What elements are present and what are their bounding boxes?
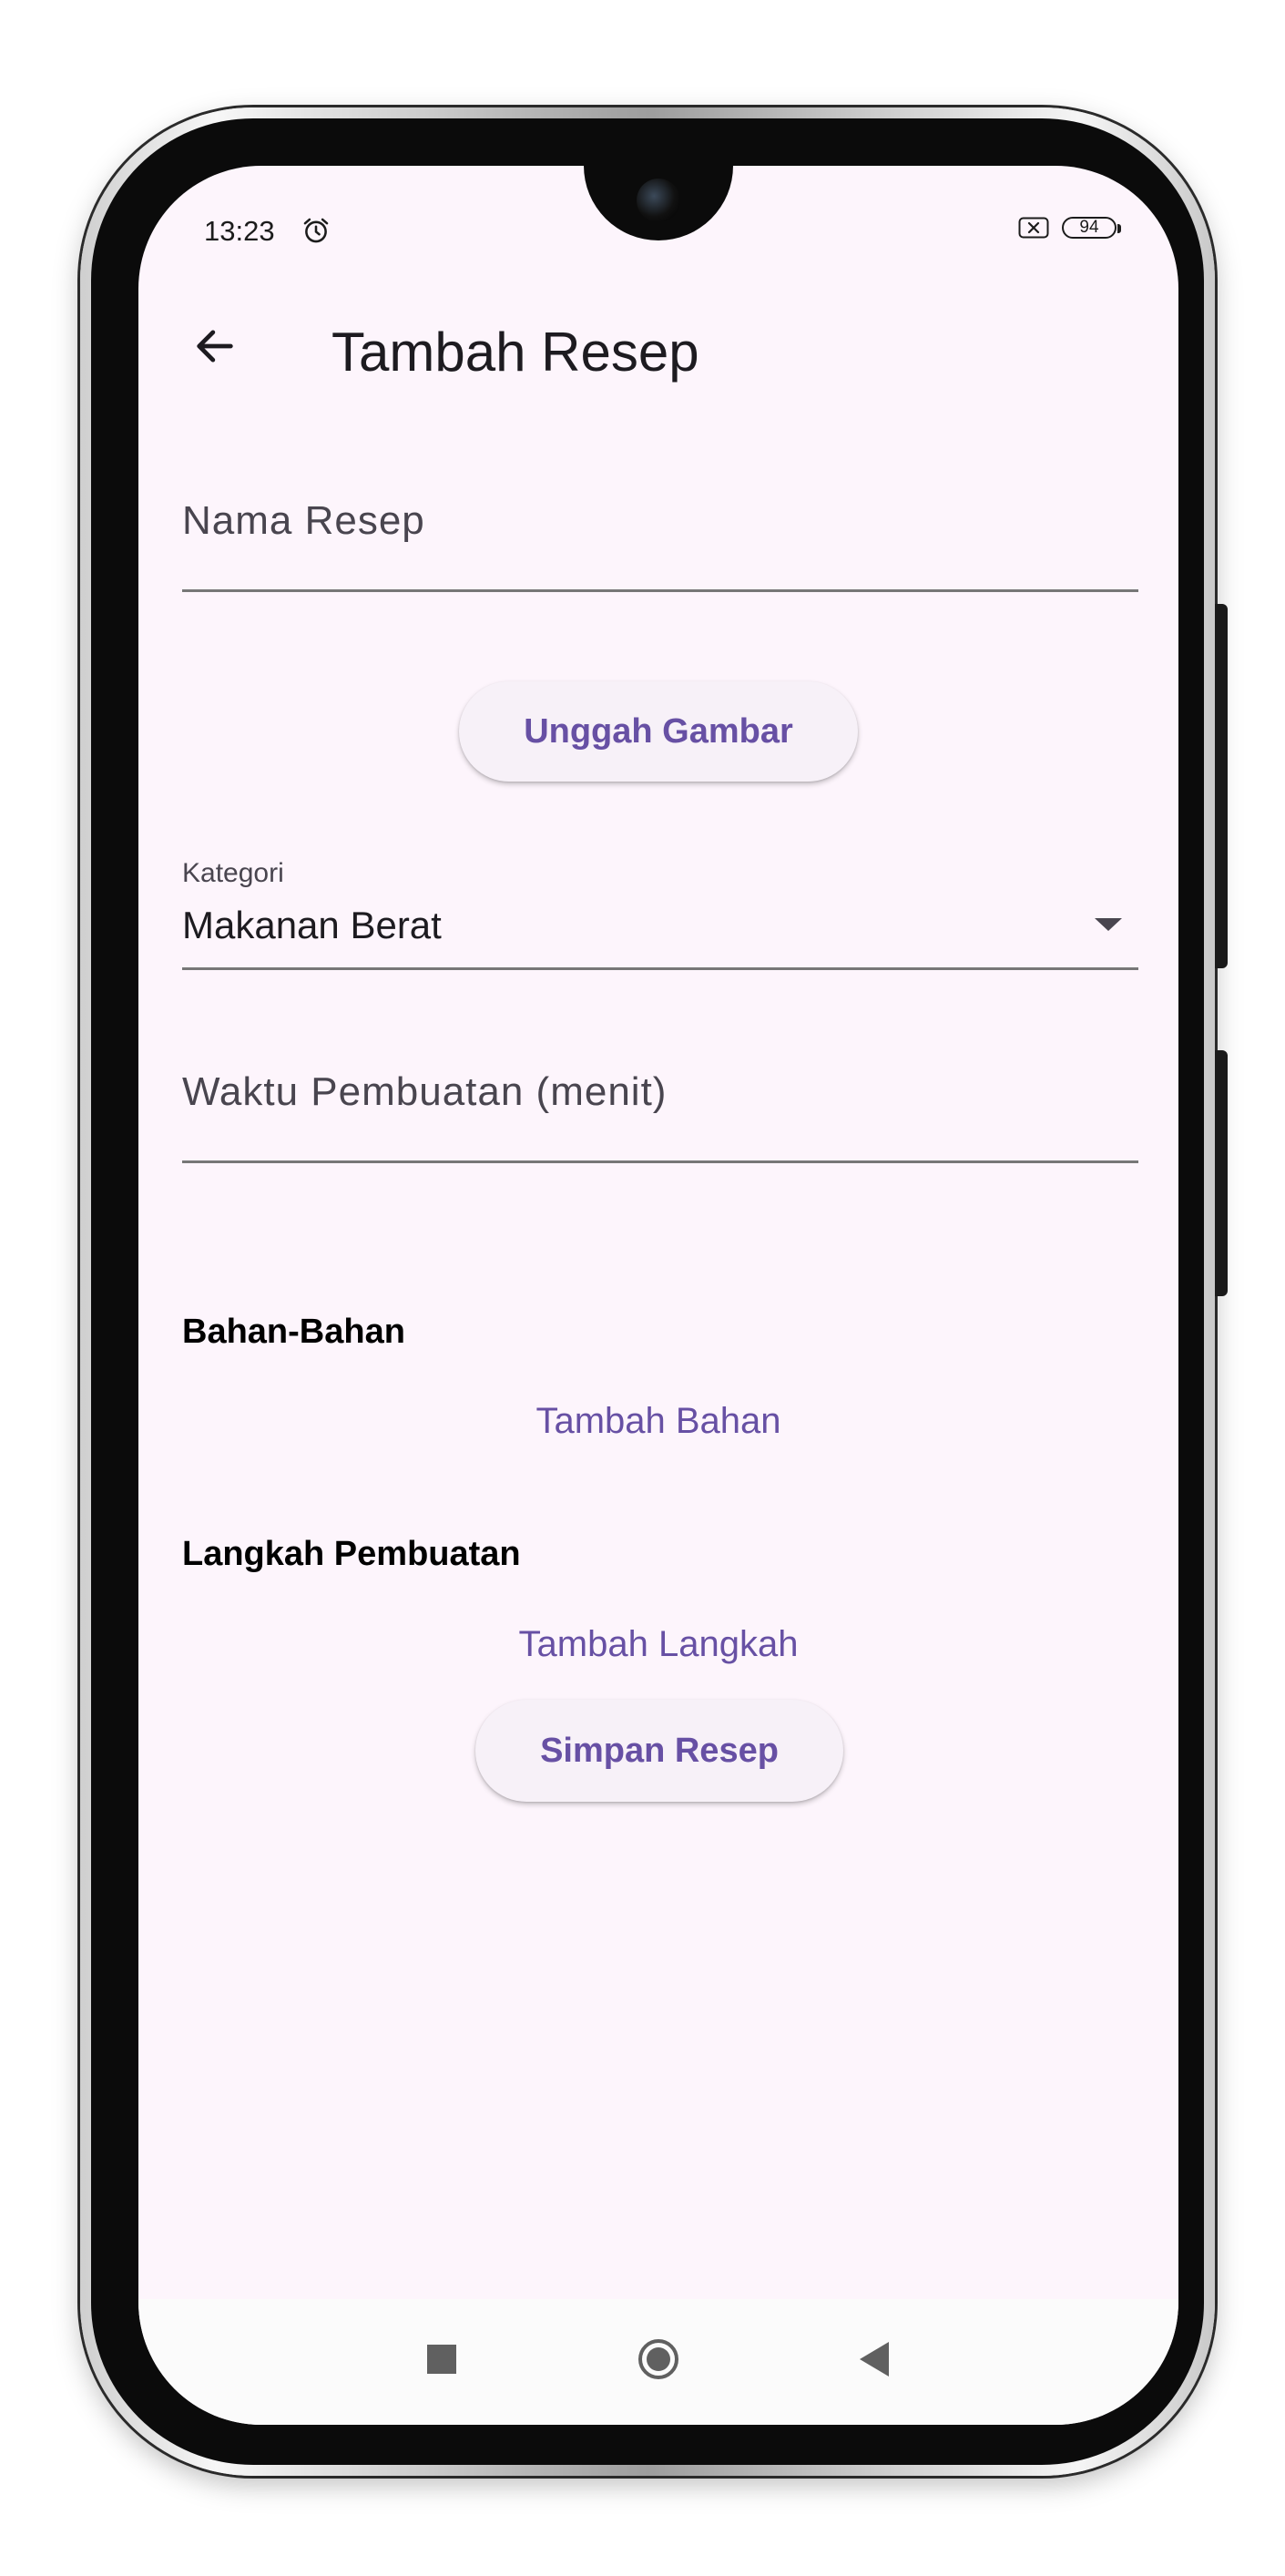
cooking-time-placeholder: Waktu Pembuatan (menit)	[182, 1069, 668, 1114]
status-time: 13:23	[204, 215, 275, 247]
category-label: Kategori	[182, 858, 284, 888]
arrow-back-icon	[197, 330, 233, 363]
steps-title: Langkah Pembuatan	[182, 1535, 521, 1573]
alarm-icon	[303, 218, 329, 243]
home-circle-icon[interactable]	[638, 2339, 678, 2379]
arrow-drop-down-icon	[1095, 918, 1122, 931]
page-title: Tambah Resep	[331, 322, 699, 383]
category-dropdown[interactable]: Kategori Makanan Berat	[182, 858, 1138, 970]
battery-icon: 94	[1062, 217, 1121, 239]
status-icons: 94	[1018, 217, 1121, 239]
volume-button	[1215, 604, 1228, 968]
upload-image-button[interactable]: Unggah Gambar	[459, 681, 858, 782]
system-nav-bar	[138, 2299, 1178, 2425]
add-ingredient-row: Tambah Bahan	[138, 1395, 1178, 1447]
add-step-button[interactable]: Tambah Langkah	[501, 1619, 817, 1671]
back-triangle-icon[interactable]	[860, 2342, 889, 2377]
save-recipe-button[interactable]: Simpan Resep	[475, 1700, 843, 1802]
phone-frame: 13:23 94 Tambah Resep Nama Resep Unggah …	[80, 107, 1228, 2476]
ingredients-title: Bahan-Bahan	[182, 1313, 405, 1351]
front-camera-icon	[637, 179, 680, 222]
add-step-row: Tambah Langkah	[138, 1619, 1178, 1671]
screen: 13:23 94 Tambah Resep Nama Resep Unggah …	[138, 166, 1178, 2425]
add-ingredient-button[interactable]: Tambah Bahan	[517, 1395, 799, 1447]
recents-square-icon[interactable]	[427, 2345, 456, 2374]
camera-notch	[584, 166, 733, 240]
cooking-time-field[interactable]: Waktu Pembuatan (menit)	[182, 1069, 1138, 1163]
power-button	[1215, 1050, 1228, 1296]
sim-x-icon	[1018, 217, 1049, 239]
recipe-name-field[interactable]: Nama Resep	[182, 498, 1138, 592]
phone-bezel: 13:23 94 Tambah Resep Nama Resep Unggah …	[91, 118, 1204, 2465]
back-button[interactable]	[186, 317, 244, 375]
recipe-name-placeholder: Nama Resep	[182, 498, 425, 543]
battery-level: 94	[1079, 218, 1099, 237]
category-selected-value: Makanan Berat	[182, 904, 442, 946]
